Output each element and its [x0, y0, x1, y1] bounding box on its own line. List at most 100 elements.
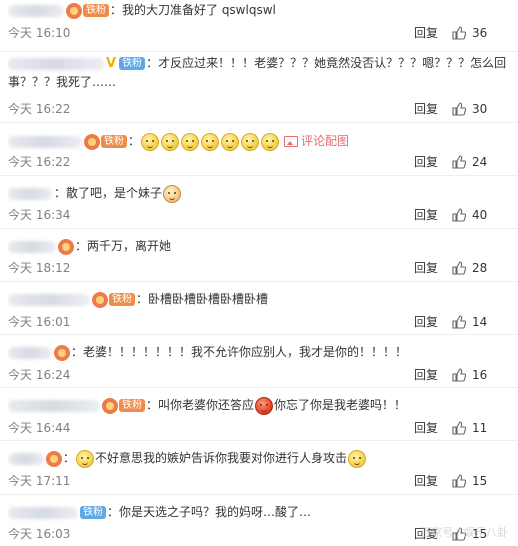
like-count: 40	[472, 208, 488, 222]
comment-item: V 铁粉 ：才反应过来！！！老婆？？？她竟然没否认？？？嗯？？？怎么回事？？？我死了…	[0, 52, 518, 123]
username-link[interactable]	[8, 57, 104, 70]
comment-meta: 今天 16:10 回复 36	[8, 24, 510, 42]
fan-medal-icon	[92, 291, 108, 308]
like-button[interactable]: 30	[448, 100, 496, 118]
laughing-emoji-icon	[241, 132, 260, 151]
thumbs-up-icon	[452, 315, 466, 329]
username-link[interactable]	[8, 293, 90, 306]
thumbs-up-icon	[452, 261, 466, 275]
fan-medal-icon	[54, 344, 70, 361]
comment-text: ：两千万，离开她	[75, 239, 172, 253]
reply-button[interactable]: 回复	[414, 366, 438, 384]
comment-meta: 今天 16:34 回复 40	[8, 206, 510, 224]
comment-text-continued: 不好意思我的嫉妒告诉你我要对你进行人身攻击	[95, 451, 348, 465]
fan-medal-icon	[58, 238, 74, 255]
like-count: 14	[472, 315, 488, 329]
username-link[interactable]	[8, 240, 56, 253]
fan-medal-icon	[102, 397, 118, 414]
comment-item: ： 不好意思我的嫉妒告诉你我要对你进行人身攻击 今天 17:11 回复 15	[0, 441, 518, 495]
comment-time: 今天 16:10	[8, 26, 71, 40]
comment-meta: 今天 16:24 回复 16	[8, 366, 510, 384]
like-button[interactable]: 16	[448, 366, 496, 384]
like-button[interactable]: 11	[448, 419, 496, 437]
comment-body: 铁粉 ：卧槽卧槽卧槽卧槽卧槽	[8, 290, 510, 308]
comment-meta: 今天 16:01 回复 14	[8, 313, 510, 331]
comment-time: 今天 16:22	[8, 155, 71, 169]
like-count: 24	[472, 155, 488, 169]
fan-badge: 铁粉	[101, 135, 127, 148]
username-link[interactable]	[8, 399, 100, 412]
username-link[interactable]	[8, 4, 64, 17]
comment-text: ：你是天选之子吗？我的妈呀…酸了…	[107, 505, 312, 519]
fan-badge: 铁粉	[83, 4, 109, 17]
comment-item: ：两千万，离开她 今天 18:12 回复 28	[0, 229, 518, 282]
like-button[interactable]: 24	[448, 153, 496, 171]
comment-meta: 今天 17:11 回复 15	[8, 472, 510, 490]
comment-meta: 今天 18:12 回复 28	[8, 259, 510, 277]
comment-time: 今天 16:22	[8, 102, 71, 116]
smile-emoji-icon	[76, 449, 95, 468]
thumbs-up-icon	[452, 26, 466, 40]
comment-text: ：我的大刀准备好了 qswlqswl	[110, 3, 276, 17]
username-link[interactable]	[8, 187, 52, 200]
reply-button[interactable]: 回复	[414, 153, 438, 171]
like-button[interactable]: 40	[448, 206, 496, 224]
comment-body: 铁粉 ：我的大刀准备好了 qswlqswl	[8, 1, 510, 19]
username-link[interactable]	[8, 452, 44, 465]
comment-item: ：散了吧，是个妹子 今天 16:34 回复 40	[0, 176, 518, 229]
comment-time: 今天 16:34	[8, 208, 71, 222]
laughing-emoji-icon	[201, 132, 220, 151]
fan-medal-icon	[84, 133, 100, 150]
thumbs-up-icon	[452, 368, 466, 382]
comment-item: 铁粉 ：我的大刀准备好了 qswlqswl 今天 16:10 回复 36	[0, 0, 518, 52]
comment-time: 今天 16:03	[8, 527, 71, 541]
comment-body: 铁粉： 评论配图	[8, 132, 510, 151]
reply-button[interactable]: 回复	[414, 259, 438, 277]
comment-time: 今天 16:24	[8, 368, 71, 382]
laughing-emoji-icon	[181, 132, 200, 151]
comment-body: 铁粉 ：你是天选之子吗？我的妈呀…酸了…	[8, 503, 510, 521]
comment-text: ：卧槽卧槽卧槽卧槽卧槽	[136, 292, 269, 306]
comment-body: ：老婆！！！！！！！我不允许你应别人，我才是你的！！！！	[8, 343, 510, 361]
comment-item: 铁粉： 评论配图 今天 16:22 回复 24	[0, 123, 518, 176]
like-count: 11	[472, 421, 488, 435]
watermark: 百家号 / 娱乐八卦	[420, 526, 508, 539]
username-link[interactable]	[8, 506, 78, 519]
reply-button[interactable]: 回复	[414, 206, 438, 224]
like-count: 28	[472, 261, 488, 275]
like-button[interactable]: 36	[448, 24, 496, 42]
like-button[interactable]: 15	[448, 472, 496, 490]
comment-text: ：散了吧，是个妹子	[54, 186, 163, 200]
comment-body: V 铁粉 ：才反应过来！！！老婆？？？她竟然没否认？？？嗯？？？怎么回事？？？我死了…	[8, 54, 510, 92]
comment-body: ： 不好意思我的嫉妒告诉你我要对你进行人身攻击	[8, 449, 510, 468]
reply-button[interactable]: 回复	[414, 313, 438, 331]
fox-emoji-icon	[163, 184, 182, 203]
angry-emoji-icon	[255, 396, 274, 415]
comment-body: ：两千万，离开她	[8, 237, 510, 255]
reply-button[interactable]: 回复	[414, 100, 438, 118]
smile-emoji-icon	[348, 449, 367, 468]
reply-button[interactable]: 回复	[414, 419, 438, 437]
laughing-emoji-icon	[221, 132, 240, 151]
laughing-emoji-icon	[141, 132, 160, 151]
reply-button[interactable]: 回复	[414, 472, 438, 490]
comment-item: 铁粉 ：叫你老婆你还答应 你忘了你是我老婆吗！！ 今天 16:44 回复 11	[0, 388, 518, 441]
like-button[interactable]: 28	[448, 259, 496, 277]
comment-time: 今天 18:12	[8, 261, 71, 275]
comment-text: ：	[63, 451, 76, 465]
fan-badge: 铁粉	[119, 399, 145, 412]
username-link[interactable]	[8, 346, 52, 359]
comment-time: 今天 17:11	[8, 474, 71, 488]
username-link[interactable]	[8, 135, 82, 148]
thumbs-up-icon	[452, 208, 466, 222]
comment-picture-link[interactable]: 评论配图	[284, 134, 349, 148]
comment-text: ：老婆！！！！！！！我不允许你应别人，我才是你的！！！！	[71, 345, 408, 359]
thumbs-up-icon	[452, 102, 466, 116]
fan-medal-icon	[66, 2, 82, 19]
like-button[interactable]: 14	[448, 313, 496, 331]
laughing-emoji-icon	[261, 132, 280, 151]
reply-button[interactable]: 回复	[414, 24, 438, 42]
comment-time: 今天 16:44	[8, 421, 71, 435]
comment-meta: 今天 16:22 回复 24	[8, 153, 510, 171]
like-count: 16	[472, 368, 488, 382]
